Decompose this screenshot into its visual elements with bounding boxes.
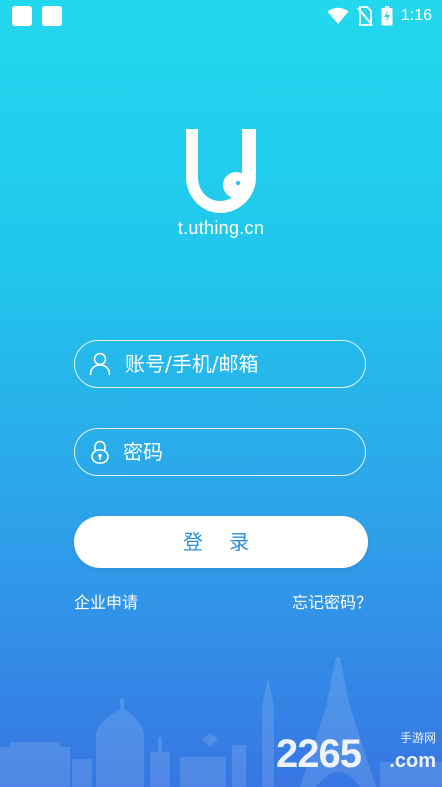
- notification-square-icon: [42, 6, 62, 26]
- lock-icon: [91, 440, 109, 464]
- clock: 1:16: [400, 7, 432, 24]
- watermark-site: 手游网: [399, 731, 436, 745]
- account-placeholder: 账号/手机/邮箱: [125, 352, 259, 376]
- battery-charging-icon: [381, 6, 393, 26]
- watermark-number: 2265: [276, 732, 362, 776]
- watermark: 2265 手游网 .com: [276, 727, 436, 777]
- wifi-icon: [327, 7, 349, 24]
- watermark-domain: .com: [389, 750, 436, 772]
- notification-square-icon: [12, 6, 32, 26]
- enterprise-apply-link[interactable]: 企业申请: [74, 589, 138, 613]
- site-domain: t.uthing.cn: [177, 218, 265, 238]
- forgot-password-link[interactable]: 忘记密码？: [292, 589, 372, 613]
- no-sim-icon: [357, 6, 373, 26]
- uthing-bird-logo: [186, 129, 256, 213]
- login-button[interactable]: 登 录: [74, 516, 368, 568]
- password-placeholder: 密码: [123, 440, 163, 464]
- user-icon: [89, 352, 111, 376]
- account-input[interactable]: 账号/手机/邮箱: [74, 340, 366, 388]
- status-bar: 1:16: [0, 0, 442, 34]
- password-input[interactable]: 密码: [74, 428, 366, 476]
